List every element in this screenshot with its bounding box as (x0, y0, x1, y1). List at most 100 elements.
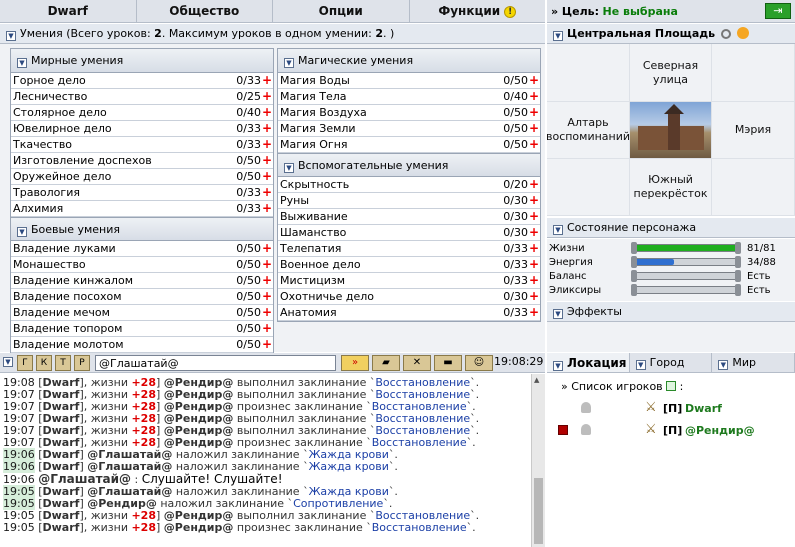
smile-icon[interactable]: ☺ (465, 355, 493, 371)
skill-row[interactable]: Охотничье дело 0/30 + (278, 289, 540, 305)
add-skill-icon[interactable]: + (529, 273, 539, 288)
skill-row[interactable]: Ткачество 0/33 + (11, 137, 273, 153)
sword-icon[interactable]: ⚔ (645, 400, 657, 415)
skill-row[interactable]: Горное дело 0/33 + (11, 73, 273, 89)
skill-row[interactable]: Владение мечом 0/50 + (11, 305, 273, 321)
chat-spell[interactable]: Жажда крови (309, 460, 389, 473)
send-icon[interactable]: » (341, 355, 369, 371)
skill-row[interactable]: Военное дело 0/33 + (278, 257, 540, 273)
skill-row[interactable]: Монашество 0/50 + (11, 257, 273, 273)
add-skill-icon[interactable]: + (529, 209, 539, 224)
skill-row[interactable]: Оружейное дело 0/50 + (11, 169, 273, 185)
skill-row[interactable]: Владение молотом 0/50 + (11, 337, 273, 353)
add-skill-icon[interactable]: + (529, 89, 539, 104)
chat-channel-button[interactable]: Г (17, 355, 33, 371)
exit-west[interactable]: Алтарь воспоминаний (546, 102, 630, 159)
add-skill-icon[interactable]: + (529, 137, 539, 152)
sword-icon[interactable]: ⚔ (645, 422, 657, 437)
collapse-icon[interactable]: ▼ (17, 227, 27, 237)
exit-north[interactable]: Северная улица (630, 44, 712, 102)
menu-character[interactable]: Dwarf (0, 0, 137, 22)
chat-channel-button[interactable]: Р (74, 355, 90, 371)
skill-row[interactable]: Магия Земли 0/50 + (278, 121, 540, 137)
skill-row[interactable]: Владение кинжалом 0/50 + (11, 273, 273, 289)
add-skill-icon[interactable]: + (529, 105, 539, 120)
skill-row[interactable]: Телепатия 0/33 + (278, 241, 540, 257)
player-name[interactable]: Dwarf (685, 402, 722, 415)
add-skill-icon[interactable]: + (262, 289, 272, 304)
collapse-icon[interactable]: ▼ (553, 225, 563, 235)
skill-row[interactable]: Скрытность 0/20 + (278, 177, 540, 193)
add-skill-icon[interactable]: + (262, 273, 272, 288)
skill-row[interactable]: Ювелирное дело 0/33 + (11, 121, 273, 137)
menu-functions[interactable]: Функции! (410, 0, 546, 22)
chat-author[interactable]: Dwarf (43, 521, 80, 534)
skill-row[interactable]: Алхимия 0/33 + (11, 201, 273, 217)
add-skill-icon[interactable]: + (262, 305, 272, 320)
add-skill-icon[interactable]: + (529, 241, 539, 256)
collapse-icon[interactable]: ▼ (553, 309, 563, 319)
add-skill-icon[interactable]: + (529, 177, 539, 192)
skill-row[interactable]: Изготовление доспехов 0/50 + (11, 153, 273, 169)
skill-row[interactable]: Лесничество 0/25 + (11, 89, 273, 105)
skill-row[interactable]: Владение посохом 0/50 + (11, 289, 273, 305)
alert-icon[interactable]: ! (504, 6, 517, 18)
exit-icon[interactable]: ⇥ (765, 3, 791, 19)
add-skill-icon[interactable]: + (262, 241, 272, 256)
chat-channel-button[interactable]: К (36, 355, 52, 371)
section-header[interactable]: ▼ Магические умения (278, 49, 540, 73)
menu-options[interactable]: Опции (273, 0, 410, 22)
add-skill-icon[interactable]: + (529, 305, 539, 320)
chat-scrollbar[interactable]: ▲ (531, 374, 545, 547)
tab-location[interactable]: ▼ Локация (547, 353, 630, 372)
skill-row[interactable]: Анатомия 0/33 + (278, 305, 540, 321)
chat-input[interactable] (95, 355, 336, 371)
chat-spell[interactable]: Восстановление (372, 521, 467, 534)
collapse-icon[interactable]: ▼ (553, 31, 563, 41)
tab-city[interactable]: ▼ Город (630, 353, 713, 372)
skill-row[interactable]: Травология 0/33 + (11, 185, 273, 201)
goal-value[interactable]: Не выбрана (603, 5, 678, 18)
collapse-icon[interactable]: ▼ (17, 58, 27, 68)
add-skill-icon[interactable]: + (529, 121, 539, 136)
add-skill-icon[interactable]: + (262, 185, 272, 200)
chat-author[interactable]: @Глашатай@ (38, 472, 131, 486)
add-skill-icon[interactable]: + (262, 121, 272, 136)
skill-row[interactable]: Магия Огня 0/50 + (278, 137, 540, 153)
skill-row[interactable]: Шаманство 0/30 + (278, 225, 540, 241)
exit-east[interactable]: Мэрия (712, 102, 795, 159)
add-skill-icon[interactable]: + (262, 73, 272, 88)
section-header[interactable]: ▼ Вспомогательные умения (278, 153, 540, 177)
collapse-icon[interactable]: ▼ (284, 58, 294, 68)
collapse-icon[interactable]: ▼ (6, 31, 16, 41)
player-row[interactable]: ⚔ [П] @Рендир@ (555, 422, 795, 438)
collapse-icon[interactable]: ▼ (284, 163, 294, 173)
skill-row[interactable]: Магия Тела 0/40 + (278, 89, 540, 105)
scroll-up-icon[interactable]: ▲ (534, 376, 539, 384)
collapse-icon[interactable]: ▼ (3, 357, 13, 367)
player-row[interactable]: ⚔ [П] Dwarf (555, 400, 795, 416)
add-skill-icon[interactable]: + (262, 105, 272, 120)
swords-icon[interactable]: ✕ (403, 355, 431, 371)
add-skill-icon[interactable]: + (262, 89, 272, 104)
add-skill-icon[interactable]: + (262, 321, 272, 336)
skill-row[interactable]: Руны 0/30 + (278, 193, 540, 209)
skill-row[interactable]: Магия Воздуха 0/50 + (278, 105, 540, 121)
add-skill-icon[interactable]: + (262, 257, 272, 272)
chat-channel-button[interactable]: Т (55, 355, 71, 371)
add-skill-icon[interactable]: + (262, 169, 272, 184)
trade-icon[interactable]: ▬ (434, 355, 462, 371)
menu-society[interactable]: Общество (137, 0, 273, 22)
collapse-icon[interactable]: ▼ (718, 360, 729, 370)
target-icon[interactable] (736, 27, 749, 39)
book-icon[interactable]: ▰ (372, 355, 400, 371)
add-skill-icon[interactable]: + (529, 193, 539, 208)
chat-target[interactable]: @Рендир@ (164, 521, 234, 534)
add-skill-icon[interactable]: + (529, 257, 539, 272)
add-skill-icon[interactable]: + (529, 225, 539, 240)
skill-row[interactable]: Владение топором 0/50 + (11, 321, 273, 337)
add-skill-icon[interactable]: + (262, 153, 272, 168)
skill-row[interactable]: Мистицизм 0/33 + (278, 273, 540, 289)
add-skill-icon[interactable]: + (529, 73, 539, 88)
exit-south[interactable]: Южный перекрёсток (630, 159, 712, 216)
